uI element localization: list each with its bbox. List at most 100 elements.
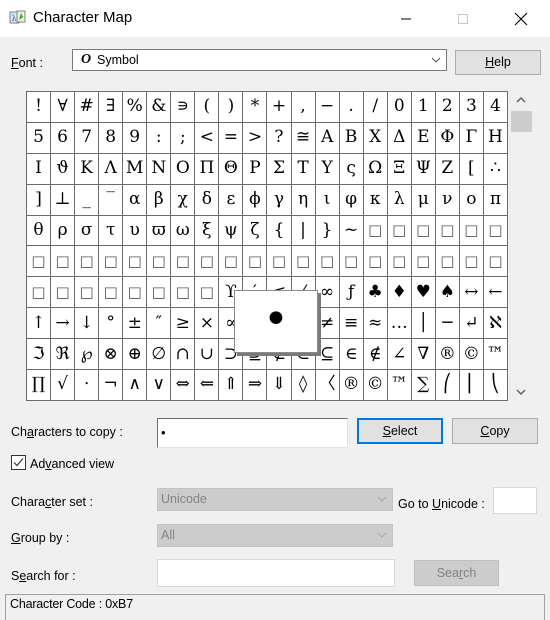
character-cell[interactable]: ∨	[147, 370, 172, 401]
character-cell[interactable]: ⇒	[243, 370, 268, 401]
character-cell[interactable]: ?	[267, 122, 292, 154]
copy-button[interactable]: Copy	[452, 418, 538, 444]
character-cell[interactable]: Υ	[315, 153, 340, 185]
character-cell[interactable]: ∴	[483, 153, 508, 185]
character-cell[interactable]: Σ	[267, 153, 292, 185]
character-cell[interactable]: ⎝	[483, 370, 508, 401]
search-button[interactable]: Search	[414, 560, 499, 586]
character-cell[interactable]: 8	[99, 122, 124, 154]
scroll-up-button[interactable]	[508, 91, 533, 109]
character-cell[interactable]: ≠	[315, 308, 340, 340]
advanced-view-checkbox[interactable]	[11, 455, 26, 470]
character-cell[interactable]: □	[27, 277, 52, 309]
character-cell[interactable]: ∈	[339, 339, 364, 371]
character-set-dropdown[interactable]: Unicode	[157, 488, 393, 511]
help-button[interactable]: Help	[455, 50, 541, 75]
character-cell[interactable]: Λ	[99, 153, 124, 185]
character-cell[interactable]: γ	[267, 184, 292, 216]
character-cell[interactable]: 7	[75, 122, 100, 154]
character-cell[interactable]: ∉	[363, 339, 388, 371]
character-cell[interactable]: ∅	[147, 339, 172, 371]
character-cell[interactable]: ⊕	[123, 339, 148, 371]
character-cell[interactable]: □	[411, 215, 436, 247]
character-cell[interactable]: ‾	[99, 184, 124, 216]
character-cell[interactable]: √	[51, 370, 76, 401]
character-cell[interactable]: □	[147, 277, 172, 309]
character-cell[interactable]: ⇑	[219, 370, 244, 401]
maximize-button[interactable]	[440, 0, 486, 37]
character-cell[interactable]: :	[147, 122, 172, 154]
character-cell[interactable]: □	[291, 246, 316, 278]
character-cell[interactable]: ±	[123, 308, 148, 340]
character-cell[interactable]: □	[435, 215, 460, 247]
character-cell[interactable]: ∍	[171, 92, 196, 123]
character-cell[interactable]: ∀	[51, 92, 76, 123]
character-cell[interactable]: │	[411, 308, 436, 340]
character-cell[interactable]: Α	[315, 122, 340, 154]
character-cell[interactable]: >	[243, 122, 268, 154]
character-cell[interactable]: δ	[195, 184, 220, 216]
character-cell[interactable]: ⇐	[195, 370, 220, 401]
character-cell[interactable]: ⇔	[171, 370, 196, 401]
character-cell[interactable]: Ε	[411, 122, 436, 154]
character-cell[interactable]: ♥	[411, 277, 436, 309]
character-cell[interactable]: □	[267, 246, 292, 278]
character-cell[interactable]: ϕ	[243, 184, 268, 216]
character-cell[interactable]: □	[435, 246, 460, 278]
character-cell[interactable]: Θ	[219, 153, 244, 185]
character-cell[interactable]: Ρ	[243, 153, 268, 185]
character-cell[interactable]: □	[75, 277, 100, 309]
character-cell[interactable]: σ	[75, 215, 100, 247]
character-cell[interactable]: θ	[27, 215, 52, 247]
group-by-dropdown[interactable]: All	[157, 524, 393, 547]
character-cell[interactable]: ≡	[339, 308, 364, 340]
character-cell[interactable]: ♠	[435, 277, 460, 309]
character-cell[interactable]: ℘	[75, 339, 100, 371]
character-cell[interactable]: □	[75, 246, 100, 278]
character-cell[interactable]: □	[243, 246, 268, 278]
character-cell[interactable]: Β	[339, 122, 364, 154]
character-cell[interactable]: ×	[195, 308, 220, 340]
character-cell[interactable]: ─	[435, 308, 460, 340]
character-cell[interactable]: ∇	[411, 339, 436, 371]
character-cell[interactable]: +	[267, 92, 292, 123]
character-cell[interactable]: ©	[459, 339, 484, 371]
character-cell[interactable]: Ω	[363, 153, 388, 185]
character-cell[interactable]: □	[339, 246, 364, 278]
character-cell[interactable]: ι	[315, 184, 340, 216]
character-cell[interactable]: ®	[435, 339, 460, 371]
minimize-button[interactable]	[383, 0, 429, 37]
character-cell[interactable]: −	[315, 92, 340, 123]
close-button[interactable]	[498, 0, 544, 37]
character-cell[interactable]: <	[195, 122, 220, 154]
character-grid[interactable]: ! ∀ # ∃% & ∍() * +, −./0 1 2 3 4 5 6 7 8 9:; < = >? ≅ Α Β Χ Δ Ε Φ Γ Η…	[26, 91, 508, 401]
advanced-view-label[interactable]: Advanced view	[30, 457, 114, 471]
character-cell[interactable]: ⊗	[99, 339, 124, 371]
character-cell[interactable]: ™	[483, 339, 508, 371]
character-cell[interactable]: ∞	[315, 277, 340, 309]
character-cell[interactable]: ℵ	[483, 308, 508, 340]
character-cell[interactable]: Μ	[123, 153, 148, 185]
character-cell[interactable]: ™	[387, 370, 412, 401]
character-cell[interactable]: 0	[387, 92, 412, 123]
character-cell[interactable]: ∪	[195, 339, 220, 371]
character-cell[interactable]: Τ	[291, 153, 316, 185]
character-cell[interactable]: ,	[291, 92, 316, 123]
character-cell[interactable]: □	[123, 246, 148, 278]
character-cell[interactable]: □	[219, 246, 244, 278]
character-cell[interactable]: ∩	[171, 339, 196, 371]
character-cell[interactable]: |	[291, 215, 316, 247]
character-cell[interactable]: □	[99, 277, 124, 309]
character-cell[interactable]: ξ	[195, 215, 220, 247]
character-cell[interactable]: ®	[339, 370, 364, 401]
character-cell[interactable]: °	[99, 308, 124, 340]
character-cell[interactable]: 3	[459, 92, 484, 123]
character-cell[interactable]: ∑	[411, 370, 436, 401]
scroll-thumb[interactable]	[511, 111, 532, 132]
character-cell[interactable]: Ι	[27, 153, 52, 185]
character-cell[interactable]: ]	[27, 184, 52, 216]
character-cell[interactable]: □	[363, 215, 388, 247]
character-cell[interactable]: ∧	[123, 370, 148, 401]
character-cell[interactable]: Ξ	[387, 153, 412, 185]
character-cell[interactable]: ρ	[51, 215, 76, 247]
